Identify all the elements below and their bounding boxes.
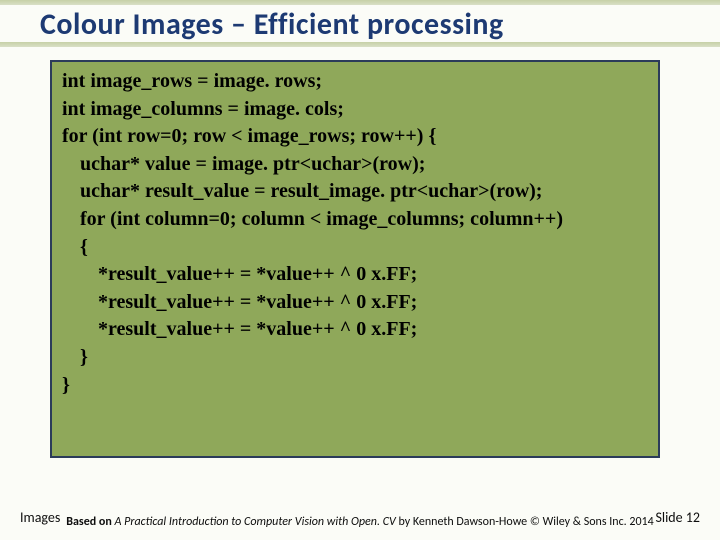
code-line: } [80, 344, 648, 372]
decor-band-top [0, 0, 720, 5]
footer: Images Based on A Practical Introduction… [0, 486, 720, 534]
code-line: for (int column=0; column < image_column… [80, 206, 648, 234]
footer-right: Slide 12 [655, 509, 700, 526]
decor-band-under-title [0, 42, 720, 47]
code-line: for (int row=0; row < image_rows; row++)… [62, 123, 648, 151]
code-line: int image_columns = image. cols; [62, 96, 648, 124]
code-line: uchar* result_value = result_image. ptr<… [80, 178, 648, 206]
footer-center-title: A Practical Introduction to Computer Vis… [115, 515, 396, 529]
footer-center-prefix: Based on [66, 515, 114, 529]
code-line: uchar* value = image. ptr<uchar>(row); [80, 151, 648, 179]
footer-center-suffix: by Kenneth Dawson-Howe © Wiley & Sons In… [396, 515, 654, 529]
code-line: { [80, 234, 648, 262]
code-line: int image_rows = image. rows; [62, 68, 648, 96]
code-line: *result_value++ = *value++ ^ 0 x.FF; [98, 316, 648, 344]
slide-title: Colour Images – Efficient processing [40, 6, 700, 43]
code-line: } [62, 372, 648, 400]
code-block: int image_rows = image. rows; int image_… [50, 60, 660, 458]
code-line: *result_value++ = *value++ ^ 0 x.FF; [98, 261, 648, 289]
code-line: *result_value++ = *value++ ^ 0 x.FF; [98, 289, 648, 317]
slide: Colour Images – Efficient processing int… [0, 0, 720, 540]
footer-center: Based on A Practical Introduction to Com… [0, 515, 720, 530]
